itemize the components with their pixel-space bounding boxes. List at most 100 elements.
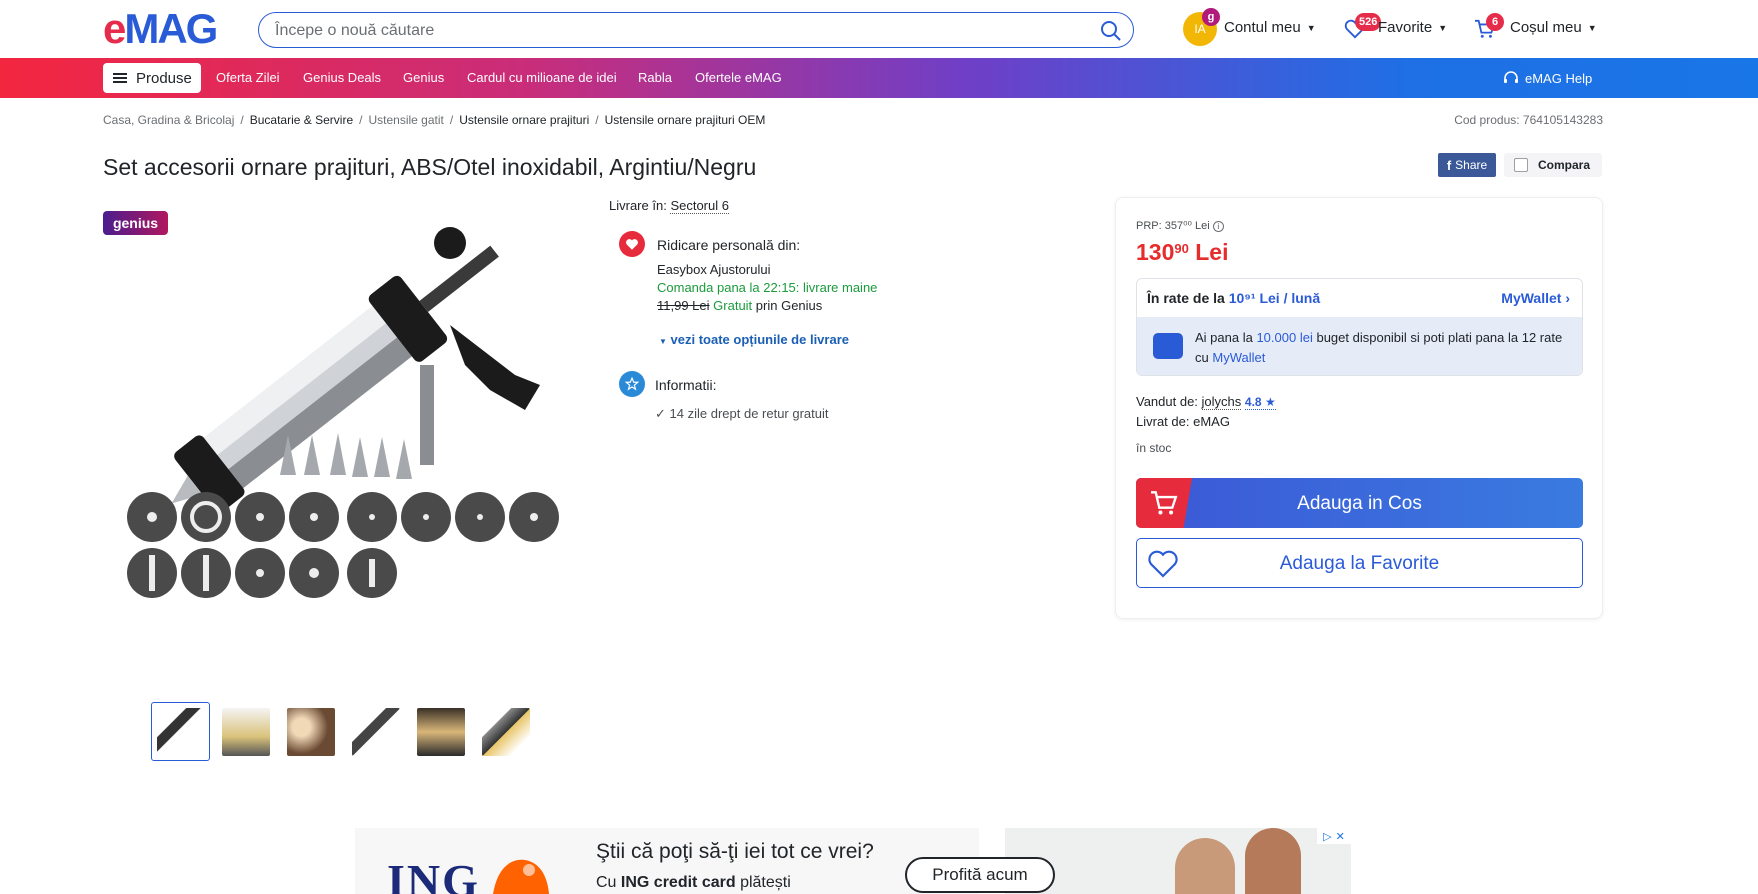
- breadcrumb-separator: /: [595, 113, 599, 127]
- produse-button[interactable]: Produse: [103, 63, 201, 93]
- favorites-menu[interactable]: Favorite ▼: [1378, 19, 1447, 36]
- breadcrumb-item[interactable]: Ustensile ornare prajituri: [459, 113, 589, 127]
- main-nav: Produse Oferta Zilei Genius Deals Genius…: [0, 58, 1758, 98]
- ing-logo: ING: [387, 855, 480, 894]
- chevron-down-icon: ▼: [1587, 22, 1597, 33]
- hamburger-icon: [113, 71, 127, 85]
- breadcrumb-item[interactable]: Casa, Gradina & Bricolaj: [103, 113, 234, 127]
- nav-item-genius[interactable]: Genius: [403, 70, 444, 85]
- emag-help-link[interactable]: eMAG Help: [1503, 70, 1592, 86]
- chevron-down-icon: ▼: [1306, 22, 1316, 33]
- checkbox-icon: [1514, 158, 1528, 172]
- price: 13090 Lei: [1136, 239, 1228, 266]
- search-placeholder: Începe o nouă căutare: [275, 22, 435, 39]
- thumbnail[interactable]: [216, 702, 275, 761]
- site-header: eMAG Începe o nouă căutare IA g Contul m…: [0, 0, 1758, 58]
- ad-photo: [1005, 828, 1351, 894]
- price-decimal: 90: [1174, 241, 1189, 256]
- thumbnail-strip: [151, 702, 535, 761]
- installments-header[interactable]: În rate de la 10⁹¹ Lei / lună MyWallet ›: [1137, 279, 1582, 317]
- ad-close[interactable]: ▷ ✕: [1317, 828, 1351, 844]
- lion-icon: [493, 859, 549, 894]
- account-menu[interactable]: Contul meu ▼: [1224, 19, 1316, 36]
- wallet-amount: 10.000 lei: [1256, 330, 1313, 345]
- price-currency: Lei: [1195, 239, 1229, 265]
- return-label: 14 zile drept de retur gratuit: [669, 406, 829, 421]
- pickup-price: 11,99 Lei Gratuit prin Genius: [657, 298, 822, 313]
- livrare-label: Livrare în:: [609, 198, 667, 213]
- prp-label: PRP: 357⁰⁰ Lei: [1136, 220, 1210, 232]
- mywallet-label: MyWallet: [1501, 290, 1562, 306]
- search-icon[interactable]: [1099, 19, 1123, 43]
- wallet-icon: [1153, 333, 1183, 359]
- produse-label: Produse: [136, 69, 192, 87]
- ad-cta-button[interactable]: Profită acum: [905, 857, 1055, 893]
- help-label: eMAG Help: [1525, 70, 1593, 86]
- mywallet-link[interactable]: MyWallet ›: [1501, 290, 1570, 306]
- installments-label: În rate de la: [1147, 290, 1225, 306]
- breadcrumb-item[interactable]: Ustensile gatit: [368, 113, 443, 127]
- product-title: Set accesorii ornare prajituri, ABS/Otel…: [103, 154, 757, 180]
- pickup-title: Ridicare personală din:: [657, 237, 801, 253]
- ad-banner[interactable]: ING Ştii că poţi să-ţi iei tot ce vrei? …: [355, 828, 1351, 894]
- installments-box: În rate de la 10⁹¹ Lei / lună MyWallet ›…: [1136, 278, 1583, 376]
- nav-item-genius-deals[interactable]: Genius Deals: [303, 70, 381, 85]
- livrare-value[interactable]: Sectorul 6: [670, 198, 729, 214]
- nav-item-rabla[interactable]: Rabla: [638, 70, 672, 85]
- check-icon: ✓: [655, 406, 666, 421]
- thumbnail[interactable]: [151, 702, 210, 761]
- info-icon[interactable]: i: [1212, 221, 1224, 232]
- sold-by: Vandut de: jolychs 4.8 ★: [1136, 394, 1276, 410]
- add-to-favorites-label: Adauga la Favorite: [1279, 553, 1440, 574]
- compare-label: Compara: [1538, 158, 1591, 172]
- product-image[interactable]: [120, 215, 590, 655]
- breadcrumb-item[interactable]: Bucatarie & Servire: [250, 113, 353, 127]
- delivered-by: Livrat de: eMAG: [1136, 414, 1230, 429]
- share-label: Share: [1455, 158, 1488, 172]
- add-to-favorites-button[interactable]: Adauga la Favorite: [1136, 538, 1583, 588]
- thumbnail[interactable]: [411, 702, 470, 761]
- info-star-icon: [619, 371, 645, 397]
- breadcrumb-separator: /: [240, 113, 244, 127]
- all-delivery-options-link[interactable]: ▼ vezi toate opțiunile de livrare: [659, 332, 849, 347]
- chevron-right-icon: ›: [1565, 290, 1570, 306]
- wallet-text: Ai pana la: [1195, 330, 1253, 345]
- installments-value: 10⁹¹ Lei / lună: [1228, 290, 1321, 306]
- headset-icon: [1504, 71, 1518, 83]
- favorites-label: Favorite: [1378, 19, 1433, 36]
- prp-price: PRP: 357⁰⁰ Lei i: [1136, 219, 1224, 232]
- wallet-info: Ai pana la 10.000 lei buget disponibil s…: [1137, 317, 1582, 375]
- ad-subline: Cu ING credit card plătești: [596, 874, 791, 892]
- thumbnail[interactable]: [281, 702, 340, 761]
- nav-item-ofertele[interactable]: Ofertele eMAG: [695, 70, 782, 85]
- seller-link[interactable]: jolychs: [1201, 394, 1242, 410]
- breadcrumb-item[interactable]: Ustensile ornare prajituri OEM: [605, 113, 766, 127]
- nav-item-card[interactable]: Cardul cu milioane de idei: [467, 70, 617, 85]
- pickup-old-price: 11,99 Lei: [657, 298, 710, 313]
- all-options-label: vezi toate opțiunile de livrare: [670, 332, 849, 347]
- thumbnail[interactable]: [476, 702, 535, 761]
- adchoices-icon: ▷: [1323, 830, 1332, 843]
- seller-rating[interactable]: 4.8 ★: [1244, 395, 1276, 410]
- pickup-order-deadline: Comanda pana la 22:15: livrare maine: [657, 280, 878, 295]
- breadcrumb-separator: /: [359, 113, 363, 127]
- facebook-share-button[interactable]: f Share: [1438, 153, 1496, 177]
- product-code: Cod produs: 764105143283: [1454, 113, 1603, 127]
- add-to-cart-button[interactable]: Adauga in Cos: [1136, 478, 1583, 528]
- breadcrumb: Casa, Gradina & Bricolaj / Bucatarie & Se…: [103, 113, 765, 127]
- cart-menu[interactable]: Coșul meu ▼: [1510, 19, 1597, 36]
- nav-item-oferta-zilei[interactable]: Oferta Zilei: [216, 70, 280, 85]
- pickup-heart-icon: [619, 231, 645, 257]
- emag-logo[interactable]: eMAG: [103, 8, 218, 50]
- price-integer: 130: [1136, 239, 1175, 265]
- compare-checkbox[interactable]: Compara: [1504, 153, 1602, 177]
- wallet-link[interactable]: MyWallet: [1212, 350, 1265, 365]
- sold-by-label: Vandut de:: [1136, 394, 1198, 409]
- delivery-location[interactable]: Livrare în: Sectorul 6: [609, 198, 729, 214]
- thumbnail[interactable]: [346, 702, 405, 761]
- ad-sub-text: Cu: [596, 874, 617, 891]
- pickup-location: Easybox Ajustorului: [657, 262, 771, 277]
- search-input[interactable]: Începe o nouă căutare: [258, 12, 1134, 48]
- info-title: Informatii:: [655, 377, 717, 393]
- chevron-down-icon: ▼: [1438, 22, 1448, 33]
